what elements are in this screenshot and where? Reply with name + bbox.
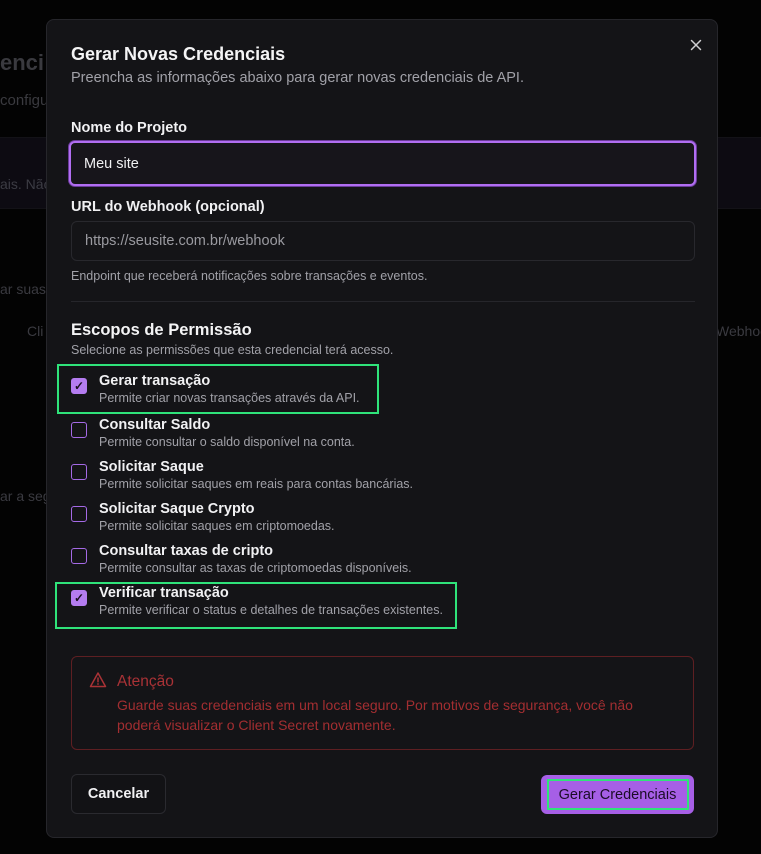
- scope-verificar-transacao[interactable]: ✓ Verificar transação Permite verificar …: [71, 585, 671, 625]
- background-table-header: Cli: [27, 323, 44, 339]
- scope-solicitar-saque[interactable]: Solicitar Saque Permite solicitar saques…: [71, 459, 671, 499]
- scope-name: Gerar transação: [99, 373, 211, 389]
- checkbox[interactable]: ✓: [71, 378, 87, 394]
- scope-description: Permite verificar o status e detalhes de…: [99, 603, 443, 617]
- background-page-subtitle: configu: [0, 92, 49, 109]
- check-icon: ✓: [73, 379, 85, 393]
- warning-triangle-icon: [89, 672, 107, 688]
- dialog-title: Gerar Novas Credenciais: [71, 44, 286, 64]
- webhook-url-input[interactable]: [71, 221, 695, 261]
- scope-name: Solicitar Saque: [99, 459, 204, 475]
- checkbox[interactable]: [71, 422, 87, 438]
- divider: [71, 301, 695, 302]
- scopes-description: Selecione as permissões que esta credenc…: [71, 343, 394, 357]
- checkbox[interactable]: ✓: [71, 590, 87, 606]
- scope-description: Permite solicitar saques em criptomoedas…: [99, 519, 335, 533]
- scope-name: Consultar Saldo: [99, 417, 211, 433]
- scope-consultar-taxas-cripto[interactable]: Consultar taxas de cripto Permite consul…: [71, 543, 671, 583]
- scope-name: Consultar taxas de cripto: [99, 543, 274, 559]
- dialog-description: Preencha as informações abaixo para gera…: [71, 70, 524, 86]
- alert-title: Atenção: [117, 673, 174, 690]
- checkbox[interactable]: [71, 464, 87, 480]
- close-icon[interactable]: [687, 36, 705, 54]
- generate-credentials-button[interactable]: Gerar Credenciais: [541, 775, 694, 814]
- background-table-header: Webhoo: [716, 323, 761, 339]
- scope-description: Permite solicitar saques em reais para c…: [99, 477, 414, 491]
- scope-description: Permite consultar o saldo disponível na …: [99, 435, 355, 449]
- scopes-title: Escopos de Permissão: [71, 321, 252, 339]
- scope-gerar-transacao[interactable]: ✓ Gerar transação Permite criar novas tr…: [71, 373, 671, 413]
- scope-consultar-saldo[interactable]: Consultar Saldo Permite consultar o sald…: [71, 417, 671, 457]
- project-name-label: Nome do Projeto: [71, 120, 188, 136]
- scope-description: Permite consultar as taxas de criptomoed…: [99, 561, 412, 575]
- background-page-title: enci: [0, 50, 45, 75]
- checkbox[interactable]: [71, 506, 87, 522]
- webhook-label: URL do Webhook (opcional): [71, 199, 265, 215]
- cancel-button[interactable]: Cancelar: [71, 774, 166, 814]
- webhook-hint: Endpoint que receberá notificações sobre…: [71, 269, 428, 283]
- background-notice-text: ais. Não: [0, 176, 52, 192]
- scope-name: Verificar transação: [99, 585, 229, 601]
- alert-text: Guarde suas credenciais em um local segu…: [117, 697, 633, 733]
- warning-alert: Atenção Guarde suas credenciais em um lo…: [71, 656, 694, 750]
- scope-name: Solicitar Saque Crypto: [99, 501, 255, 517]
- scope-description: Permite criar novas transações através d…: [99, 391, 360, 405]
- credentials-dialog: Gerar Novas Credenciais Preencha as info…: [46, 19, 718, 838]
- check-icon: ✓: [73, 591, 85, 605]
- checkbox[interactable]: [71, 548, 87, 564]
- project-name-input[interactable]: [69, 141, 696, 186]
- background-text: ar a seg: [0, 488, 51, 504]
- background-text: ar suas: [0, 281, 46, 297]
- scope-solicitar-saque-crypto[interactable]: Solicitar Saque Crypto Permite solicitar…: [71, 501, 671, 541]
